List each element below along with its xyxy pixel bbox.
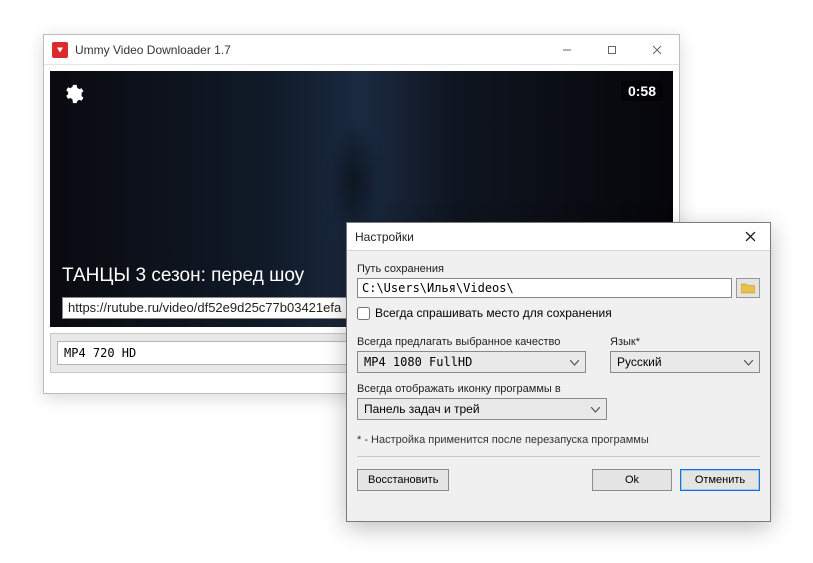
tray-value: Панель задач и трей	[364, 402, 480, 416]
cancel-button[interactable]: Отменить	[680, 469, 760, 491]
dialog-body: Путь сохранения C:\Users\Илья\Videos\ Вс…	[347, 251, 770, 501]
restart-note: * - Настройка применится после перезапус…	[357, 434, 760, 457]
cancel-button-label: Отменить	[695, 474, 745, 486]
language-value: Русский	[617, 355, 662, 369]
ok-button-label: Ok	[625, 474, 639, 486]
close-button[interactable]	[634, 35, 679, 64]
maximize-button[interactable]	[589, 35, 634, 64]
chevron-down-icon	[591, 402, 600, 416]
titlebar: Ummy Video Downloader 1.7	[44, 35, 679, 65]
folder-icon	[741, 283, 755, 294]
close-icon	[652, 45, 662, 55]
dialog-titlebar: Настройки	[347, 223, 770, 251]
restore-button[interactable]: Восстановить	[357, 469, 449, 491]
gear-icon	[62, 83, 84, 105]
dialog-close-button[interactable]	[730, 223, 770, 250]
tray-label: Всегда отображать иконку программы в	[357, 383, 760, 395]
video-title: ТАНЦЫ 3 сезон: перед шоу	[62, 265, 304, 287]
default-quality-value: MP4 1080 FullHD	[364, 355, 472, 369]
minimize-button[interactable]	[544, 35, 589, 64]
default-quality-label: Всегда предлагать выбранное качество	[357, 336, 586, 348]
language-label: Язык*	[610, 336, 760, 348]
save-path-input[interactable]: C:\Users\Илья\Videos\	[357, 278, 732, 298]
tray-select[interactable]: Панель задач и трей	[357, 398, 607, 420]
close-icon	[745, 231, 756, 242]
window-controls	[544, 35, 679, 64]
browse-folder-button[interactable]	[736, 278, 760, 298]
maximize-icon	[607, 45, 617, 55]
language-select[interactable]: Русский	[610, 351, 760, 373]
default-quality-select[interactable]: MP4 1080 FullHD	[357, 351, 586, 373]
chevron-down-icon	[744, 355, 753, 369]
ok-button[interactable]: Ok	[592, 469, 672, 491]
dialog-title: Настройки	[355, 230, 414, 244]
quality-select-value: MP4 720 HD	[64, 346, 136, 360]
video-duration: 0:58	[621, 81, 663, 101]
chevron-down-icon	[570, 355, 579, 369]
save-path-label: Путь сохранения	[357, 263, 760, 275]
settings-button[interactable]	[62, 83, 84, 105]
restore-button-label: Восстановить	[368, 474, 438, 486]
minimize-icon	[562, 45, 572, 55]
app-icon	[52, 42, 68, 58]
always-ask-label: Всегда спрашивать место для сохранения	[375, 306, 612, 320]
settings-dialog: Настройки Путь сохранения C:\Users\Илья\…	[346, 222, 771, 522]
always-ask-checkbox[interactable]	[357, 307, 370, 320]
window-title: Ummy Video Downloader 1.7	[75, 43, 544, 57]
